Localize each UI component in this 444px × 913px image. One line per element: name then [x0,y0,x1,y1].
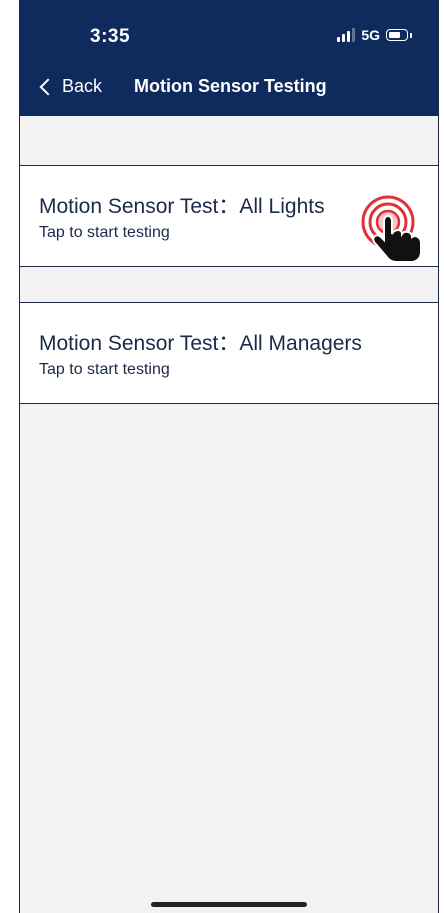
list-item-all-managers[interactable]: Motion Sensor Test：All Managers Tap to s… [20,302,438,404]
phone-screen: 3:35 5G Back Motion Sensor Testing Motio… [19,0,439,913]
signal-icon [337,28,356,42]
hand-tap-icon [361,195,422,262]
home-indicator[interactable] [151,902,307,907]
list-item-subtitle: Tap to start testing [39,361,170,378]
back-button[interactable]: Back [38,76,102,97]
header-bar: 3:35 5G Back Motion Sensor Testing [20,0,438,116]
list-item-title: Motion Sensor Test：All Lights [39,195,325,218]
status-indicators: 5G [337,27,412,43]
list-item-all-lights[interactable]: Motion Sensor Test：All Lights Tap to sta… [20,165,438,267]
back-label: Back [62,76,103,96]
status-time: 3:35 [90,26,131,47]
battery-cap [410,32,412,38]
network-type: 5G [361,27,380,43]
page-title: Motion Sensor Testing [134,76,327,96]
list-item-title: Motion Sensor Test：All Managers [39,332,362,355]
battery-icon [386,29,408,41]
chevron-left-icon [39,78,57,95]
list-item-subtitle: Tap to start testing [39,224,170,241]
